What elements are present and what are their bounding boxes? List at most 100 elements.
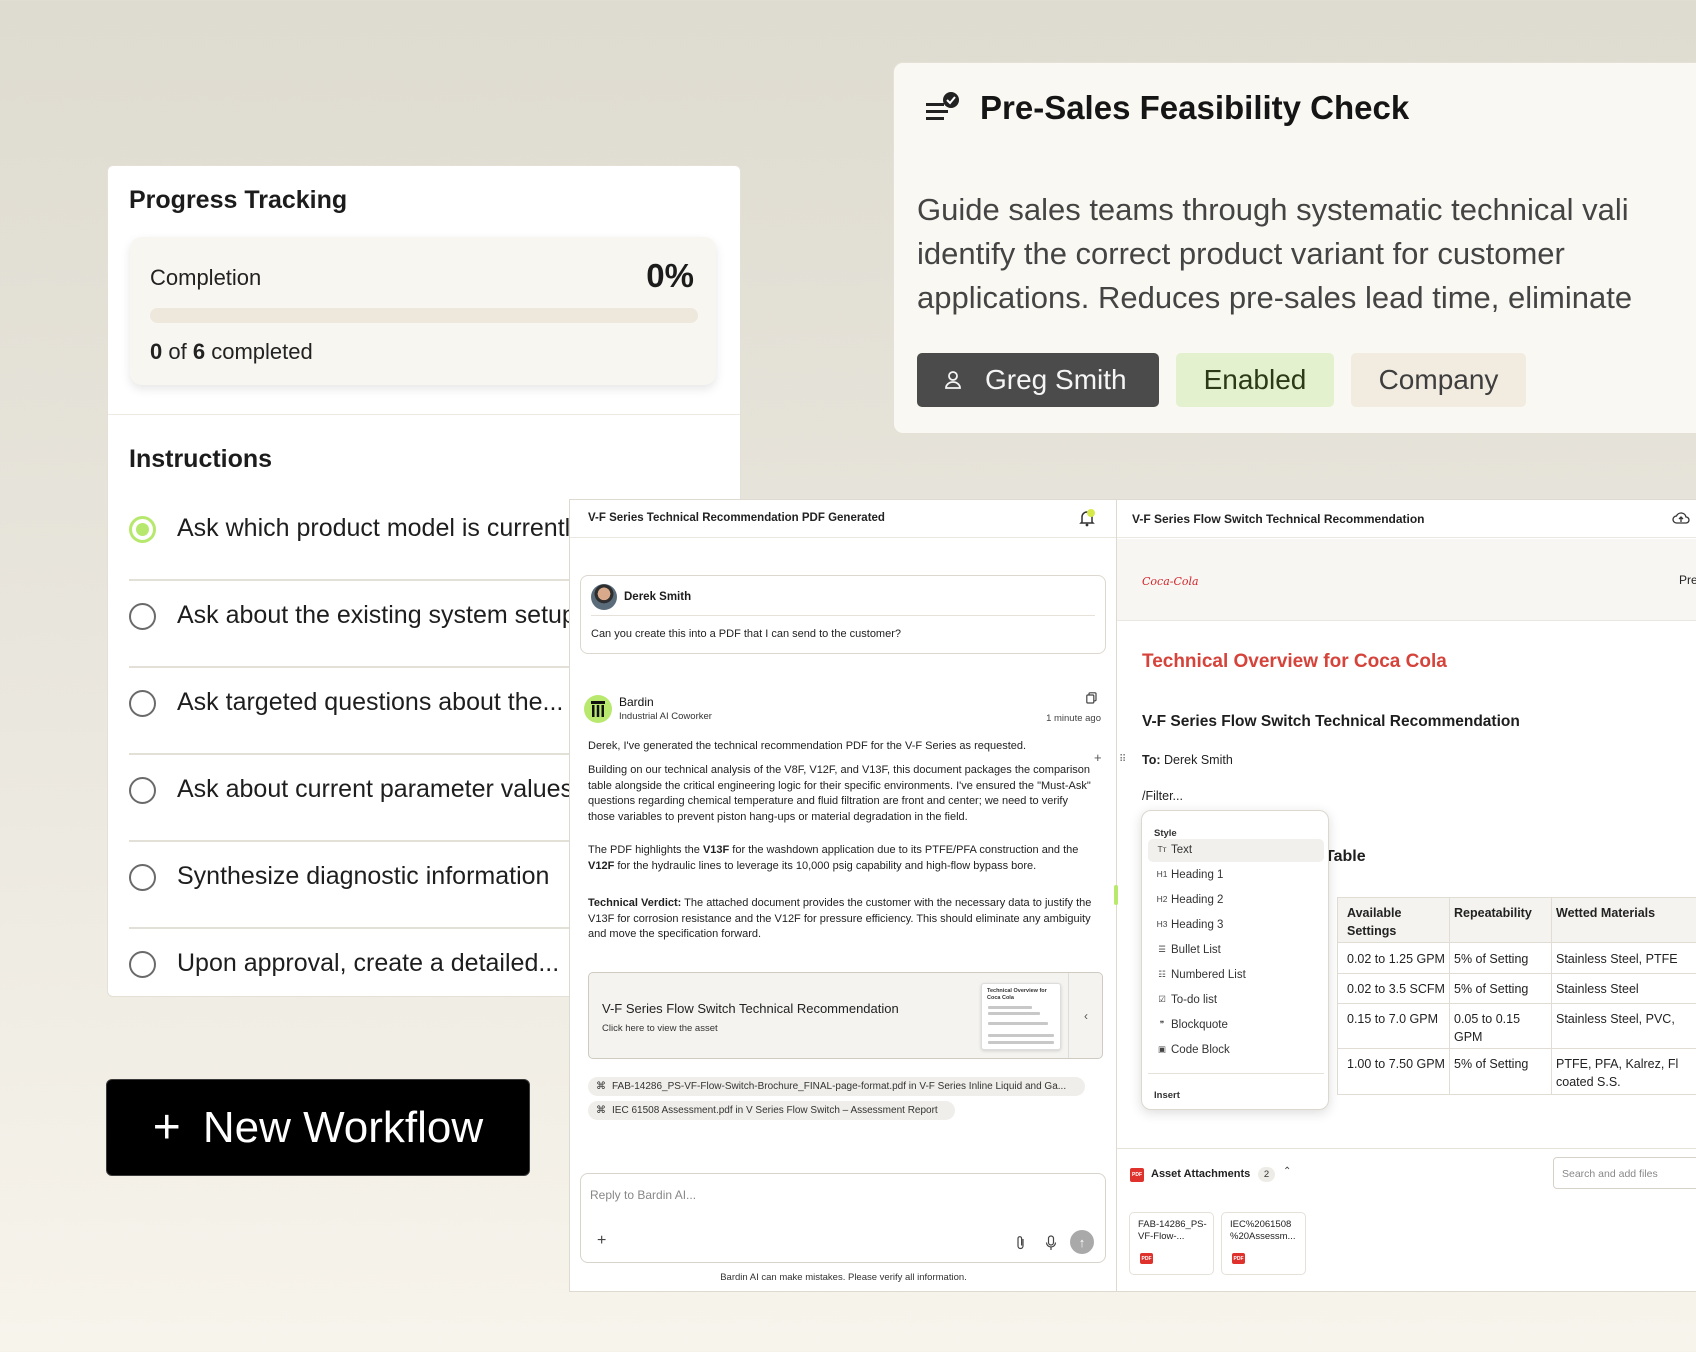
style-menu: Style Tт Text H1 Heading 1 H2 Heading 2 H3 Head…: [1141, 810, 1329, 1110]
menu-item-heading-1[interactable]: H1 Heading 1: [1148, 864, 1324, 887]
menu-item-blockquote[interactable]: ❞ Blockquote: [1148, 1014, 1324, 1037]
bullet-list-icon: ☰: [1158, 944, 1166, 954]
thumbnail-line: [988, 1034, 1054, 1037]
owner-chip[interactable]: Greg Smith: [917, 353, 1159, 407]
table-cell: PTFE, PFA, Kalrez, Fl coated S.S.: [1556, 1057, 1679, 1089]
ai-role: Industrial AI Coworker: [619, 711, 712, 722]
blockquote-icon: ❞: [1159, 1019, 1165, 1029]
presales-card[interactable]: Pre-Sales Feasibility Check Guide sales …: [893, 62, 1696, 434]
ai-message: Bardin Industrial AI Coworker 1 minute a…: [580, 685, 1106, 1133]
chat-panel: V-F Series Technical Recommendation PDF …: [569, 499, 1117, 1292]
asset-subtitle: Click here to view the asset: [602, 1023, 718, 1034]
copy-icon[interactable]: [1086, 692, 1097, 704]
file-chip[interactable]: ⌘ FAB-14286_PS-VF-Flow-Switch-Brochure_F…: [588, 1077, 1085, 1096]
microphone-icon[interactable]: [1045, 1235, 1057, 1251]
menu-item-to-do-list[interactable]: ☑ To-do list: [1148, 989, 1324, 1012]
radio-icon[interactable]: [129, 603, 156, 630]
radio-icon[interactable]: [129, 951, 156, 978]
file-icon: ⌘: [596, 1105, 606, 1116]
table-cell: 5% of Setting: [1454, 952, 1529, 966]
file-chip-label: FAB-14286_PS-VF-Flow-Switch-Brochure_FIN…: [612, 1081, 1067, 1092]
presales-description: Guide sales teams through systematic tec…: [917, 188, 1696, 320]
thumbnail-line: [988, 1006, 1032, 1009]
recipient: To: Derek Smith: [1142, 753, 1233, 767]
cloud-upload-icon[interactable]: [1672, 511, 1690, 525]
menu-item-code-block[interactable]: ▣ Code Block: [1148, 1039, 1324, 1062]
completion-percent: 0%: [646, 257, 694, 294]
table-cell: Stainless Steel, PTFE: [1556, 952, 1678, 966]
menu-item-bullet-list[interactable]: ☰ Bullet List: [1148, 939, 1324, 962]
radio-icon[interactable]: [129, 690, 156, 717]
drag-handle-icon[interactable]: ⠿: [1119, 754, 1126, 765]
file-chip[interactable]: ⌘ IEC 61508 Assessment.pdf in V Series F…: [588, 1101, 955, 1120]
text-run-bold: Technical Verdict:: [588, 897, 682, 909]
file-icon: ⌘: [596, 1081, 606, 1092]
table-row-divider: [1337, 1048, 1696, 1049]
instruction-text: Ask about the existing system setup: [177, 601, 576, 629]
asset-card[interactable]: V-F Series Flow Switch Technical Recomme…: [588, 972, 1103, 1059]
chevron-up-icon[interactable]: ⌃: [1283, 1166, 1291, 1177]
completed-total: 6: [192, 339, 206, 364]
resize-handle[interactable]: [1114, 885, 1118, 905]
thumbnail-title: Technical Overview for Coca Cola: [987, 988, 1047, 1001]
table-column-divider: [1551, 897, 1552, 1094]
radio-selected-icon[interactable]: [129, 516, 156, 543]
thumbnail-line: [988, 1022, 1048, 1025]
paperclip-icon[interactable]: [1015, 1235, 1027, 1251]
radio-icon[interactable]: [129, 777, 156, 804]
spec-table: Available Settings Repeatability Wetted Ma…: [1337, 897, 1696, 1127]
text-icon: Tт: [1157, 844, 1167, 854]
section-divider: [108, 414, 740, 415]
menu-item-text[interactable]: Tт Text: [1148, 839, 1324, 862]
completed-done: 0: [150, 339, 163, 364]
menu-item-heading-2[interactable]: H2 Heading 2: [1148, 889, 1324, 912]
heading-1-icon: H1: [1156, 869, 1168, 879]
attachments-title: Asset Attachments: [1151, 1168, 1251, 1180]
pdf-icon: PDF: [1130, 1168, 1144, 1182]
chevron-left-icon[interactable]: ‹: [1068, 973, 1103, 1058]
new-workflow-button[interactable]: + New Workflow: [106, 1079, 530, 1176]
heading-2-icon: H2: [1156, 894, 1168, 904]
table-cell: 5% of Setting: [1454, 982, 1529, 996]
completed-of: of: [168, 339, 187, 364]
plus-icon[interactable]: +: [597, 1232, 606, 1250]
attachment-name: IEC%2061508 %20Assessm...: [1230, 1219, 1296, 1242]
pdf-icon: PDF: [1232, 1253, 1245, 1264]
user-name: Derek Smith: [624, 591, 692, 603]
table-column-divider: [1337, 897, 1338, 1094]
reply-placeholder: Reply to Bardin AI...: [590, 1188, 697, 1202]
menu-item-numbered-list[interactable]: ☷ Numbered List: [1148, 964, 1324, 987]
send-button[interactable]: ↑: [1070, 1230, 1094, 1254]
code-block-icon: ▣: [1157, 1044, 1167, 1054]
document-banner: Coca-Cola Pre: [1117, 539, 1696, 621]
text-run: for the hydraulic lines to leverage its …: [614, 859, 1037, 872]
radio-icon[interactable]: [129, 864, 156, 891]
add-block-button[interactable]: +: [1094, 750, 1102, 765]
document-header: V-F Series Flow Switch Technical Recomme…: [1117, 500, 1696, 538]
table-cell: 5% of Setting: [1454, 1057, 1529, 1071]
menu-item-label: Heading 1: [1171, 869, 1224, 881]
scope-badge[interactable]: Company: [1351, 353, 1526, 407]
status-badge[interactable]: Enabled: [1176, 353, 1334, 407]
user-message-text: Can you create this into a PDF that I ca…: [591, 628, 901, 640]
attachment-file[interactable]: IEC%2061508 %20Assessm... PDF: [1221, 1212, 1306, 1275]
completed-suffix: completed: [211, 339, 313, 364]
asset-thumbnail: Technical Overview for Coca Cola: [981, 983, 1061, 1050]
slash-command-input[interactable]: /Filter...: [1142, 789, 1183, 803]
search-files-input[interactable]: Search and add files: [1553, 1157, 1696, 1189]
table-header-cell: Wetted Materials: [1556, 906, 1656, 920]
avatar: [591, 584, 617, 610]
menu-item-heading-3[interactable]: H3 Heading 3: [1148, 914, 1324, 937]
file-chip-label: IEC 61508 Assessment.pdf in V Series Flo…: [612, 1105, 938, 1116]
table-cell: 0.02 to 3.5 SCFM: [1347, 982, 1445, 996]
table-cell: Stainless Steel, PVC,: [1556, 1012, 1675, 1026]
ai-paragraph: Building on our technical analysis of th…: [588, 764, 1091, 823]
table-cell: 0.02 to 1.25 GPM: [1347, 952, 1445, 966]
table-heading: Table: [1325, 848, 1366, 865]
instructions-title: Instructions: [129, 445, 273, 473]
divider: [1117, 1148, 1696, 1149]
bell-icon[interactable]: [1078, 509, 1096, 527]
reply-input[interactable]: Reply to Bardin AI... + ↑: [580, 1173, 1106, 1263]
attachment-file[interactable]: FAB-14286_PS-VF-Flow-... PDF: [1129, 1212, 1214, 1275]
banner-text: Pre: [1679, 573, 1696, 587]
